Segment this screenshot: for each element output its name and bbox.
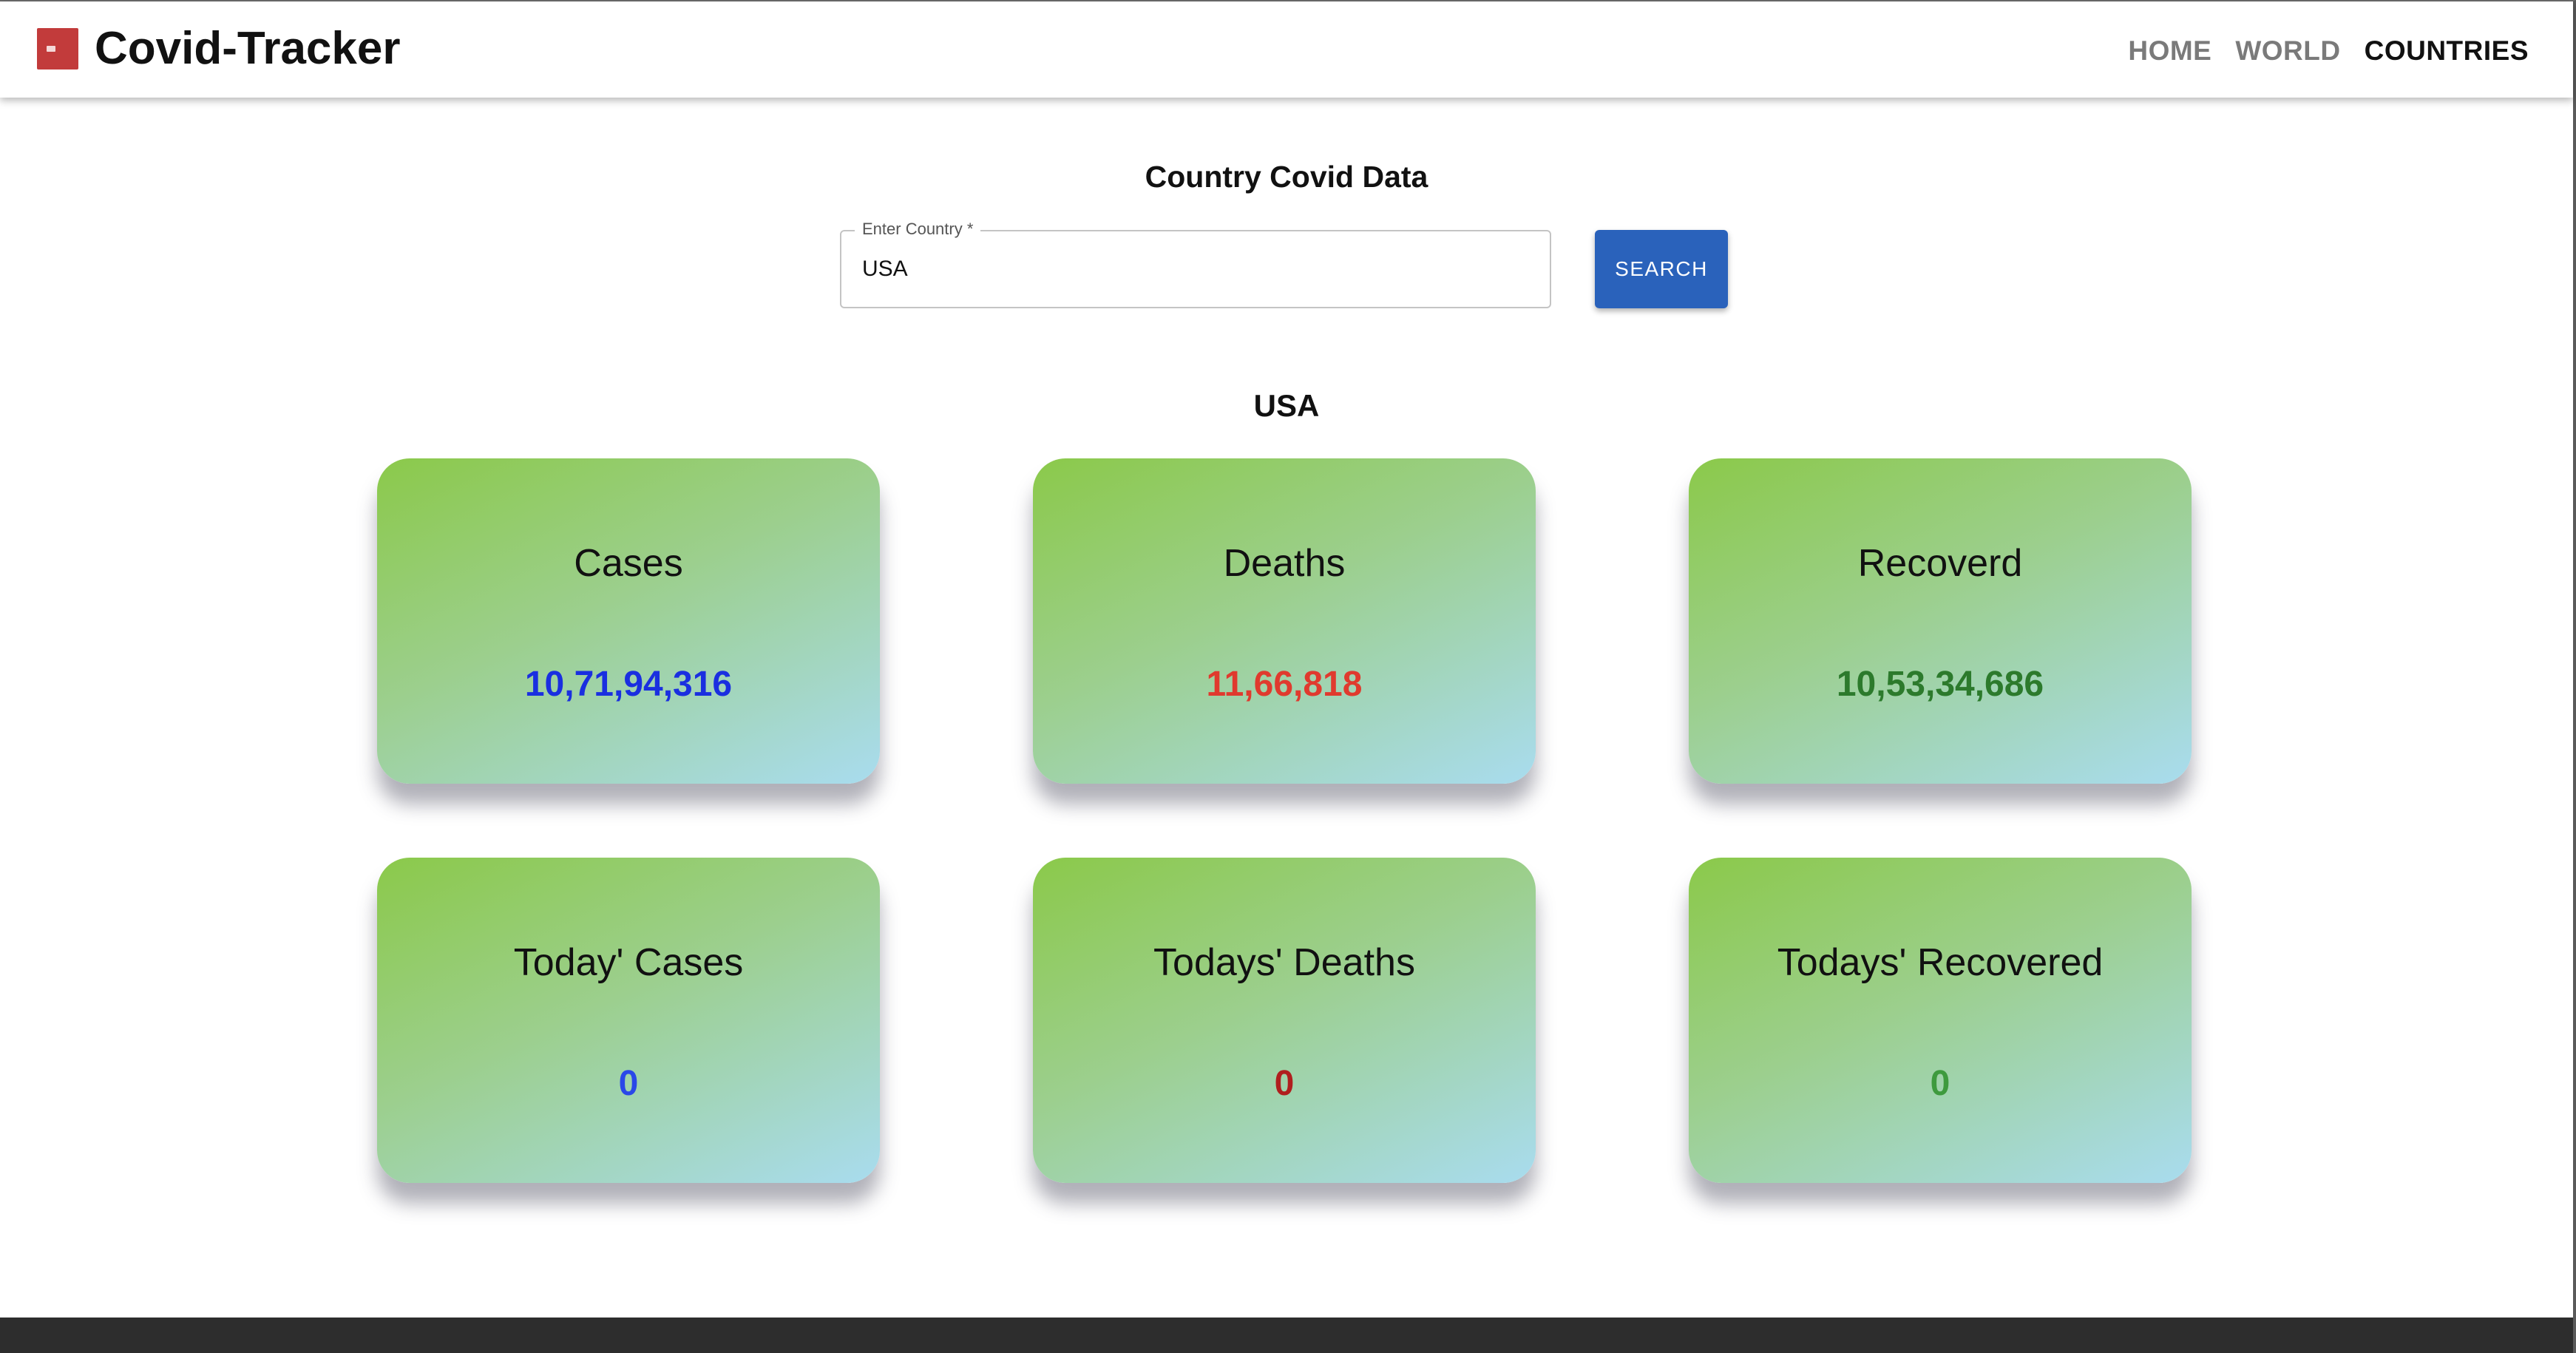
card-label: Deaths bbox=[1223, 542, 1346, 585]
stat-card-today-deaths: Todays' Deaths 0 bbox=[1033, 858, 1536, 1183]
navbar: Covid-Tracker HOME WORLD COUNTRIES bbox=[0, 1, 2573, 98]
stat-card-today-recovered: Todays' Recovered 0 bbox=[1689, 858, 2192, 1183]
stat-card-recovered: Recoverd 10,53,34,686 bbox=[1689, 458, 2192, 784]
page-title: Country Covid Data bbox=[1145, 160, 1428, 194]
card-value: 0 bbox=[1274, 1064, 1295, 1103]
card-label: Cases bbox=[574, 542, 683, 585]
card-value: 10,71,94,316 bbox=[524, 665, 733, 704]
card-label: Todays' Deaths bbox=[1153, 941, 1415, 984]
country-search-input[interactable]: Enter Country * USA bbox=[840, 220, 1551, 308]
nav-links: HOME WORLD COUNTRIES bbox=[2128, 35, 2529, 67]
brand-logo-icon bbox=[37, 28, 78, 69]
search-field-value[interactable]: USA bbox=[862, 257, 908, 282]
country-title: USA bbox=[1253, 388, 1320, 423]
card-value: 0 bbox=[618, 1064, 639, 1103]
nav-link-countries[interactable]: COUNTRIES bbox=[2365, 35, 2529, 67]
app-window: Covid-Tracker HOME WORLD COUNTRIES Count… bbox=[0, 0, 2576, 1353]
nav-link-home[interactable]: HOME bbox=[2128, 35, 2211, 67]
card-label: Todays' Recovered bbox=[1777, 941, 2104, 984]
brand-title[interactable]: Covid-Tracker bbox=[95, 22, 401, 75]
stat-card-deaths: Deaths 11,66,818 bbox=[1033, 458, 1536, 784]
stat-card-cases: Cases 10,71,94,316 bbox=[377, 458, 880, 784]
search-button[interactable]: SEARCH bbox=[1595, 230, 1728, 308]
card-label: Today' Cases bbox=[513, 941, 744, 984]
search-field-label: Enter Country * bbox=[855, 220, 981, 239]
card-value: 10,53,34,686 bbox=[1836, 665, 2044, 704]
footer-bar bbox=[0, 1318, 2573, 1353]
stat-card-today-cases: Today' Cases 0 bbox=[377, 858, 880, 1183]
card-value: 0 bbox=[1930, 1064, 1950, 1103]
nav-link-world[interactable]: WORLD bbox=[2235, 35, 2340, 67]
card-label: Recoverd bbox=[1857, 542, 2023, 585]
card-value: 11,66,818 bbox=[1206, 665, 1363, 704]
